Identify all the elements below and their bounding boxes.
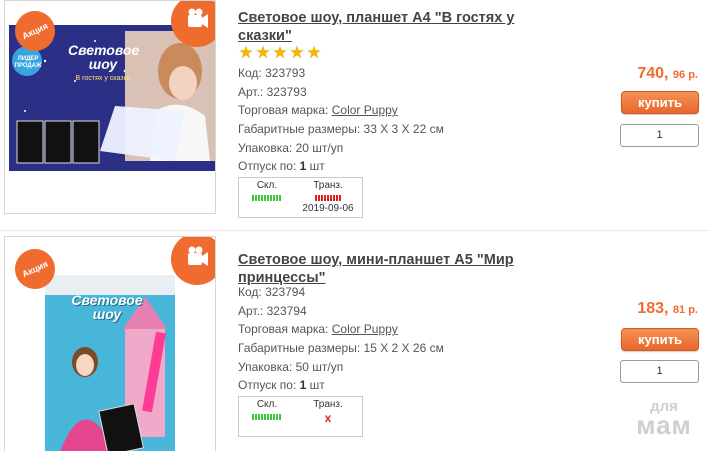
- rating-stars: ★ ★ ★ ★ ★: [238, 43, 322, 62]
- star-icon: ★: [255, 43, 271, 62]
- buy-button[interactable]: купить: [621, 91, 699, 114]
- unavailable-mark: x: [324, 411, 332, 425]
- product-dimensions: Габаритные размеры: 33 Х 3 Х 22 см: [238, 122, 444, 137]
- quantity-input[interactable]: 1: [620, 360, 699, 383]
- camera-icon[interactable]: [171, 237, 215, 285]
- stock-table: Скл. Транз. x: [238, 396, 363, 437]
- product-release: Отпуск по: 1 шт: [238, 378, 325, 393]
- watermark-logo: для мам: [636, 398, 692, 440]
- product-title[interactable]: Световое шоу, мини-планшет А5 "Мир принц…: [238, 251, 558, 287]
- star-icon: ★: [306, 43, 322, 62]
- warehouse-stock: Скл.: [241, 399, 293, 420]
- star-icon: ★: [289, 43, 305, 62]
- star-icon: ★: [238, 43, 254, 62]
- quantity-input[interactable]: 1: [620, 124, 699, 147]
- camera-icon[interactable]: [171, 1, 215, 47]
- product-title[interactable]: Световое шоу, планшет А4 "В гостях у ска…: [238, 9, 558, 45]
- divider: [0, 230, 710, 231]
- box-title: Световое шоу: [71, 292, 143, 322]
- transit-stock: Транз. x: [299, 399, 357, 424]
- product-brand: Торговая марка: Color Puppy: [238, 103, 398, 118]
- transit-date: 2019-09-06: [302, 203, 354, 214]
- stock-bar: [252, 414, 282, 420]
- transit-stock: Транз. 2019-09-06: [299, 180, 357, 214]
- product-article: Арт.: 323793: [238, 84, 307, 99]
- product-code: Код: 323794: [238, 285, 306, 299]
- brand-link[interactable]: Color Puppy: [332, 103, 398, 117]
- product-dimensions: Габаритные размеры: 15 Х 2 Х 26 см: [238, 341, 444, 356]
- product-info: Код: 323793 Арт.: 323793 Торговая марка:…: [238, 64, 444, 176]
- product-article: Арт.: 323794: [238, 303, 307, 318]
- star-icon: ★: [272, 43, 288, 62]
- transit-bar: [315, 195, 341, 201]
- product-image-2[interactable]: Световое шоу Акция: [4, 236, 216, 451]
- box-subtitle: В гостях у сказки: [75, 75, 131, 82]
- stock-bar: [252, 195, 282, 201]
- brand-link[interactable]: Color Puppy: [332, 322, 398, 336]
- product-image-1[interactable]: Световое шоу В гостях у сказки ЛИДЕР ПРО…: [4, 0, 216, 214]
- box-title: Световое шоу: [68, 42, 140, 72]
- price: 183, 81 р.: [637, 300, 698, 317]
- product-card-2: Световое шоу Акция Световое шоу, мини-пл…: [0, 236, 710, 451]
- buy-button[interactable]: купить: [621, 328, 699, 351]
- product-card-1: Световое шоу В гостях у сказки ЛИДЕР ПРО…: [0, 0, 710, 230]
- product-pack: Упаковка: 50 шт/уп: [238, 359, 344, 374]
- product-brand: Торговая марка: Color Puppy: [238, 322, 398, 337]
- product-info: Код: 323794 Арт.: 323794 Торговая марка:…: [238, 283, 444, 395]
- warehouse-stock: Скл.: [241, 180, 293, 201]
- product-code: Код: 323793: [238, 66, 306, 80]
- product-release: Отпуск по: 1 шт: [238, 159, 325, 174]
- bestseller-sticker: ЛИДЕР ПРОДАЖ: [14, 56, 42, 69]
- stock-table: Скл. Транз. 2019-09-06: [238, 177, 363, 218]
- price: 740, 96 р.: [637, 65, 698, 82]
- product-pack: Упаковка: 20 шт/уп: [238, 140, 344, 155]
